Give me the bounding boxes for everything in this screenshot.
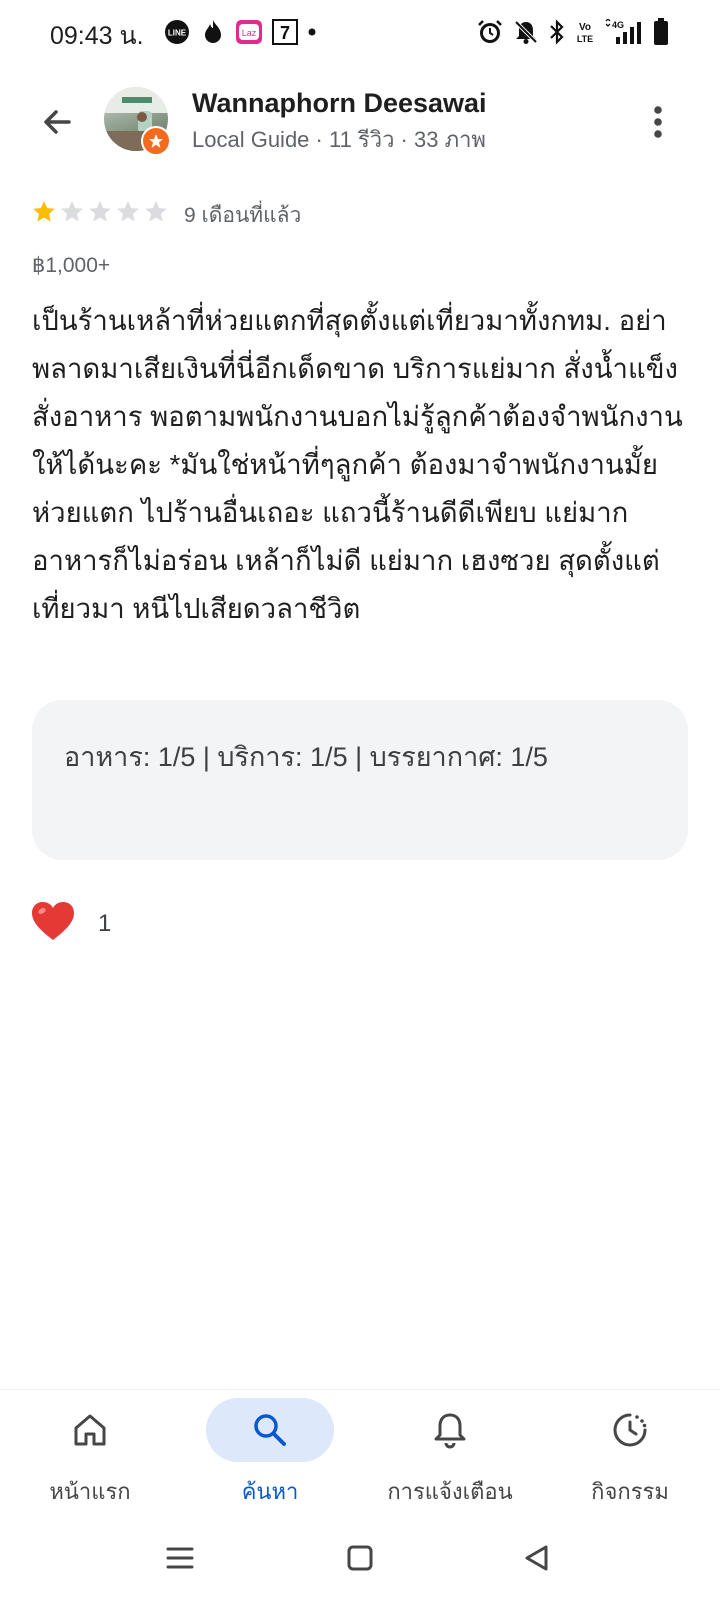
nav-notifications-icon-wrap <box>386 1398 514 1462</box>
back-button[interactable] <box>30 95 84 149</box>
sub-ratings-card: อาหาร: 1/5 | บริการ: 1/5 | บรรยากาศ: 1/5 <box>32 700 688 860</box>
review-date: 9 เดือนที่แล้ว <box>184 204 302 227</box>
status-bar: 09:43 น. LINE Laz 7 Vo LTE 4G <box>0 0 720 64</box>
line-icon: LINE <box>163 18 191 46</box>
seven-eleven-icon: 7 <box>271 18 299 46</box>
home-button[interactable] <box>335 1533 385 1583</box>
nav-notifications[interactable]: การแจ้งเตือน <box>360 1398 540 1508</box>
mute-icon <box>512 18 540 46</box>
notification-icons: LINE Laz 7 <box>163 18 317 46</box>
system-status-icons: Vo LTE 4G <box>476 18 670 46</box>
svg-text:Laz: Laz <box>242 28 257 38</box>
heart-icon[interactable] <box>30 900 76 947</box>
bottom-navigation: หน้าแรก ค้นหา การแจ้งเตือน กิจกรรม <box>0 1389 720 1516</box>
back-arrow-icon <box>44 110 71 134</box>
signal-icon: 4G <box>604 18 644 46</box>
local-guide-badge-icon <box>141 126 171 156</box>
back-system-button[interactable] <box>512 1533 562 1583</box>
recents-button[interactable] <box>155 1533 205 1583</box>
nav-notifications-label: การแจ้งเตือน <box>387 1479 513 1504</box>
nav-search[interactable]: ค้นหา <box>180 1398 360 1508</box>
search-icon <box>254 1414 286 1446</box>
svg-text:Vo: Vo <box>579 22 591 33</box>
nav-search-icon-wrap <box>206 1398 334 1462</box>
star-empty-icon <box>117 200 139 222</box>
price-range: ฿1,000+ <box>32 254 111 277</box>
nav-home[interactable]: หน้าแรก <box>0 1398 180 1508</box>
nav-activity-icon-wrap <box>566 1398 694 1462</box>
svg-text:4G: 4G <box>612 20 624 30</box>
like-reaction[interactable]: 1 <box>30 900 111 947</box>
battery-icon <box>652 18 670 46</box>
flame-icon <box>199 18 227 46</box>
home-icon <box>74 1414 106 1446</box>
more-vert-icon <box>654 106 662 138</box>
system-navigation-bar <box>0 1515 720 1600</box>
dot-icon <box>307 18 317 46</box>
star-rating <box>31 199 169 225</box>
nav-activity-label: กิจกรรม <box>591 1479 669 1504</box>
sub-ratings-text: อาหาร: 1/5 | บริการ: 1/5 | บรรยากาศ: 1/5 <box>64 742 548 772</box>
alarm-icon <box>476 18 504 46</box>
nav-home-icon-wrap <box>26 1398 154 1462</box>
star-filled-icon <box>33 200 55 222</box>
activity-icon <box>613 1413 647 1447</box>
svg-text:LINE: LINE <box>168 29 187 38</box>
nav-home-label: หน้าแรก <box>49 1479 131 1504</box>
review-body: เป็นร้านเหล้าที่ห่วยแตกที่สุดตั้งแต่เที่… <box>32 305 683 624</box>
star-empty-icon <box>61 200 83 222</box>
bell-icon <box>434 1413 466 1449</box>
status-time: 09:43 น. <box>50 22 144 50</box>
like-count: 1 <box>98 909 112 937</box>
volte-icon: Vo LTE <box>574 18 596 46</box>
star-empty-icon <box>145 200 167 222</box>
lazada-icon: Laz <box>235 18 263 46</box>
star-empty-icon <box>89 200 111 222</box>
square-icon <box>347 1545 373 1571</box>
bluetooth-icon <box>548 18 566 46</box>
nav-activity[interactable]: กิจกรรม <box>540 1398 720 1508</box>
svg-text:7: 7 <box>280 23 290 43</box>
svg-text:LTE: LTE <box>577 34 593 44</box>
triangle-back-icon <box>525 1545 548 1571</box>
menu-lines-icon <box>166 1547 194 1569</box>
more-options-button[interactable] <box>634 95 682 149</box>
reviewer-meta: Local Guide · 11 รีวิว · 33 ภาพ <box>192 127 486 152</box>
nav-search-label: ค้นหา <box>241 1479 299 1504</box>
reviewer-name[interactable]: Wannaphorn Deesawai <box>192 88 487 119</box>
